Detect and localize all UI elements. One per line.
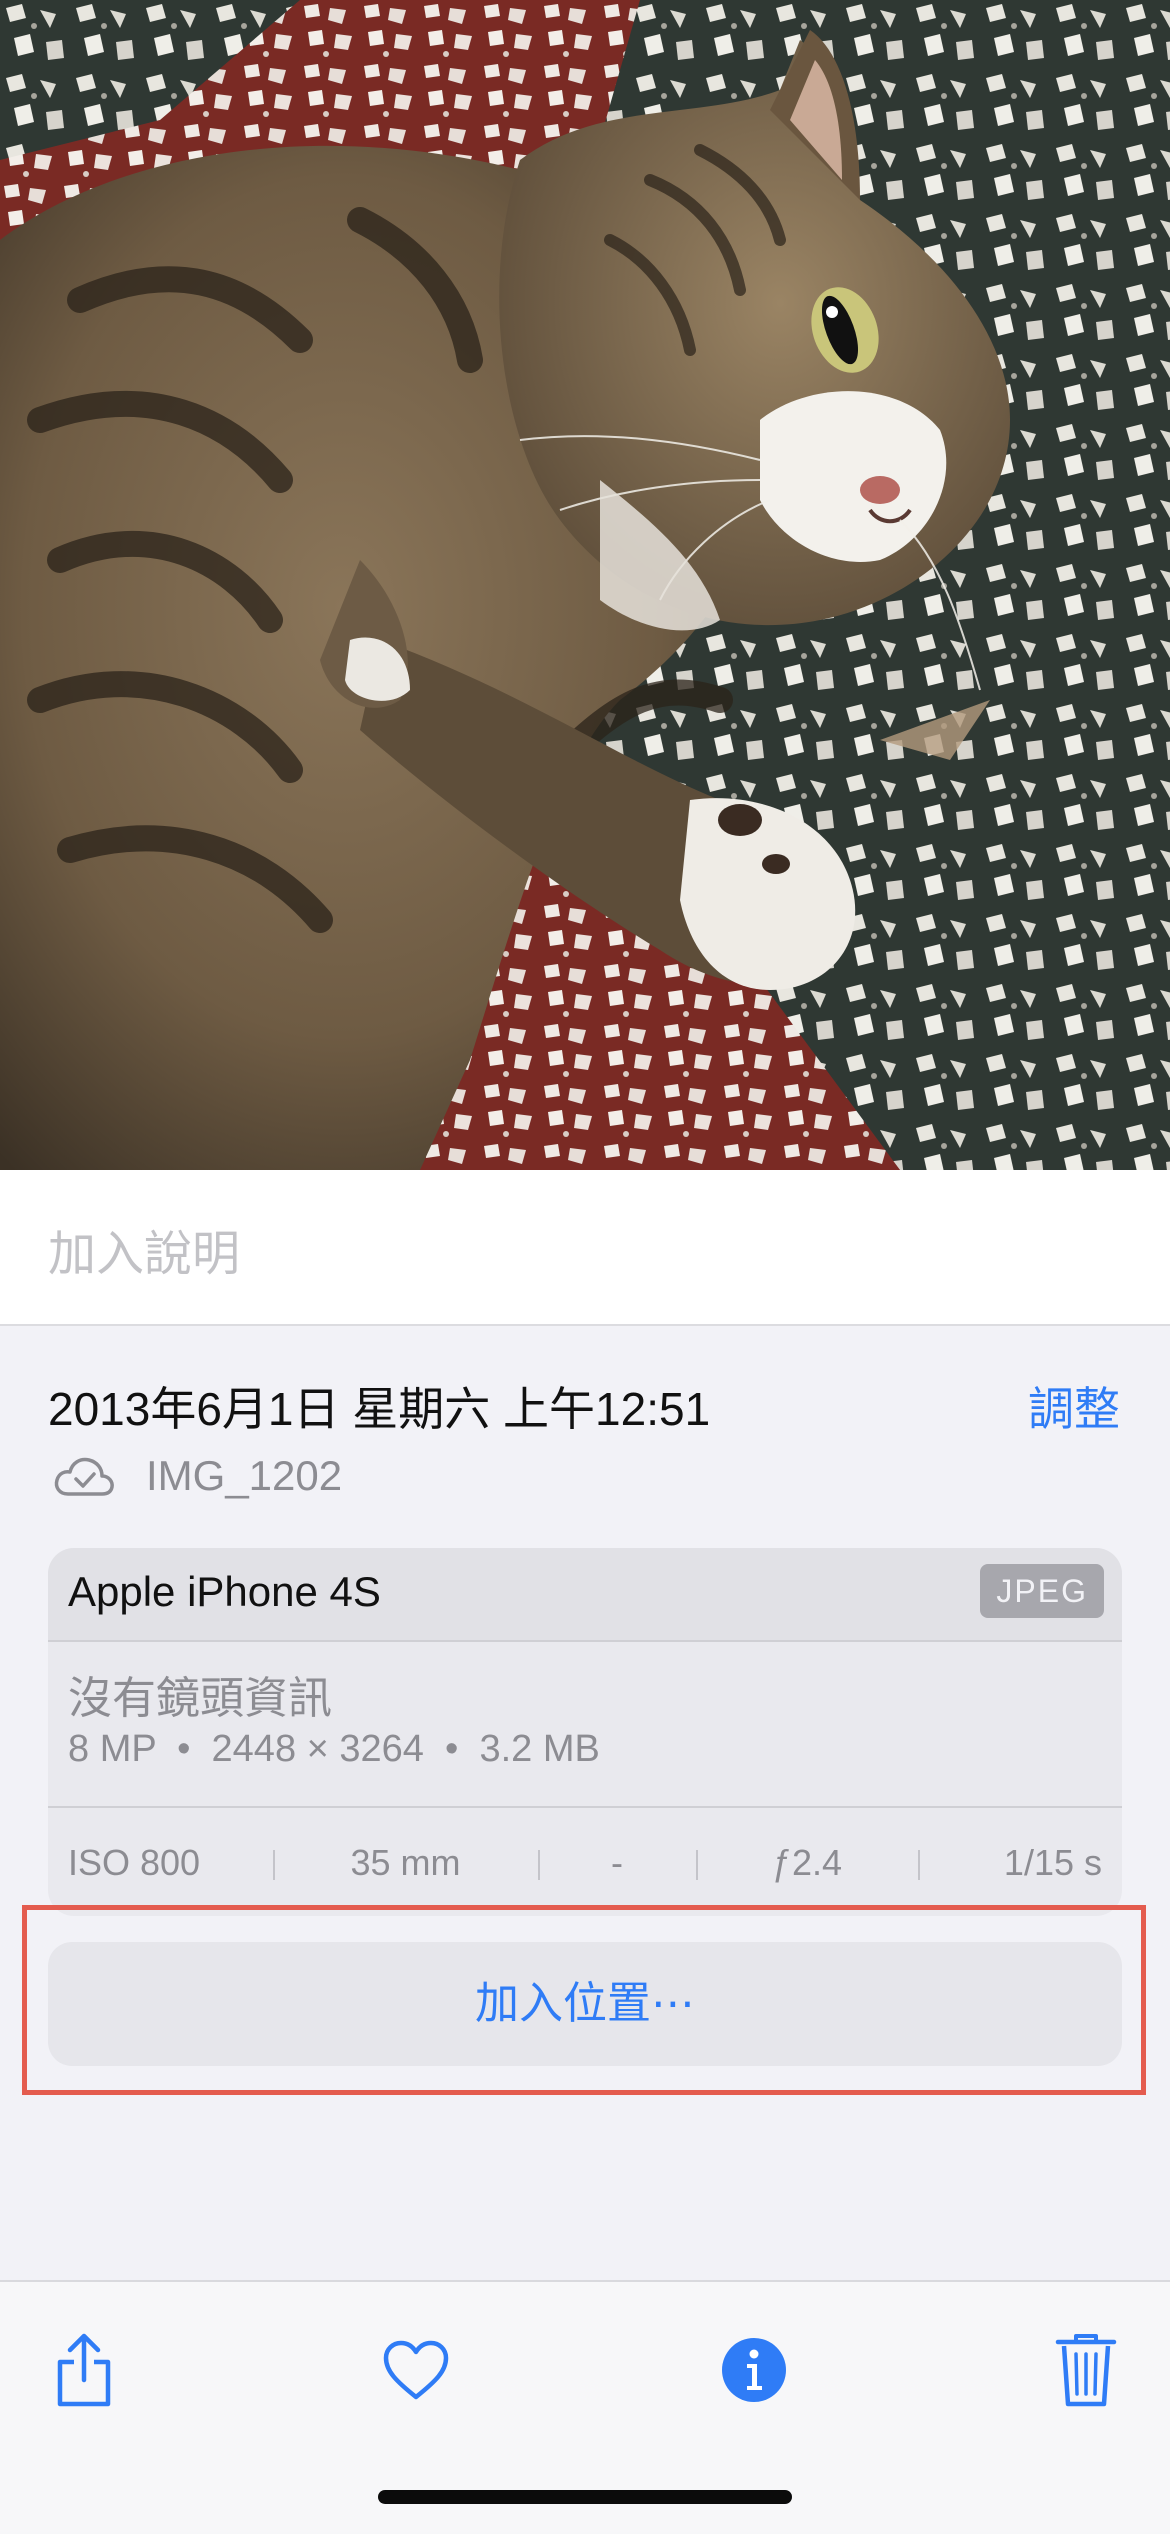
exif-row: ISO 800 35 mm - ƒ2.4 1/15 s: [48, 1806, 1122, 1916]
camera-info-card: Apple iPhone 4S JPEG 沒有鏡頭資訊 8 MP • 2448 …: [48, 1548, 1122, 1916]
file-name: IMG_1202: [146, 1452, 343, 1499]
image-specs: 8 MP • 2448 × 3264 • 3.2 MB: [68, 1728, 600, 1770]
home-indicator[interactable]: [378, 2490, 792, 2504]
share-icon: [57, 2333, 111, 2407]
caption-input[interactable]: 加入說明: [48, 1214, 240, 1284]
camera-header: Apple iPhone 4S JPEG: [48, 1548, 1122, 1642]
cat-photo: [0, 0, 1170, 1170]
icloud-check-icon: [54, 1457, 114, 1496]
photo-view[interactable]: [0, 0, 1170, 1170]
exif-focal-length: 35 mm: [273, 1842, 538, 1884]
info-panel: 2013年6月1日 星期六 上午12:51 調整 IMG_1202 Apple …: [0, 1326, 1170, 2280]
trash-icon: [1055, 2334, 1117, 2407]
caption-bar[interactable]: 加入說明: [0, 1170, 1170, 1326]
info-button[interactable]: [706, 2322, 802, 2418]
heart-icon: [383, 2340, 449, 2400]
share-button[interactable]: [36, 2322, 132, 2418]
info-icon: [722, 2338, 786, 2402]
exif-iso: ISO 800: [68, 1842, 201, 1883]
favorite-button[interactable]: [368, 2322, 464, 2418]
camera-model: Apple iPhone 4S: [68, 1568, 381, 1615]
file-row: IMG_1202: [52, 1452, 342, 1500]
exif-exposure-bias: -: [538, 1842, 696, 1884]
exif-shutter-speed: 1/15 s: [918, 1842, 1122, 1884]
lens-info: 沒有鏡頭資訊: [68, 1674, 332, 1723]
format-badge: JPEG: [980, 1564, 1104, 1618]
adjust-button[interactable]: 調整: [1028, 1373, 1120, 1439]
add-location-button[interactable]: 加入位置⋯: [48, 1942, 1122, 2066]
photo-date: 2013年6月1日 星期六 上午12:51: [48, 1383, 711, 1435]
delete-button[interactable]: [1038, 2322, 1134, 2418]
exif-aperture: ƒ2.4: [696, 1842, 918, 1884]
